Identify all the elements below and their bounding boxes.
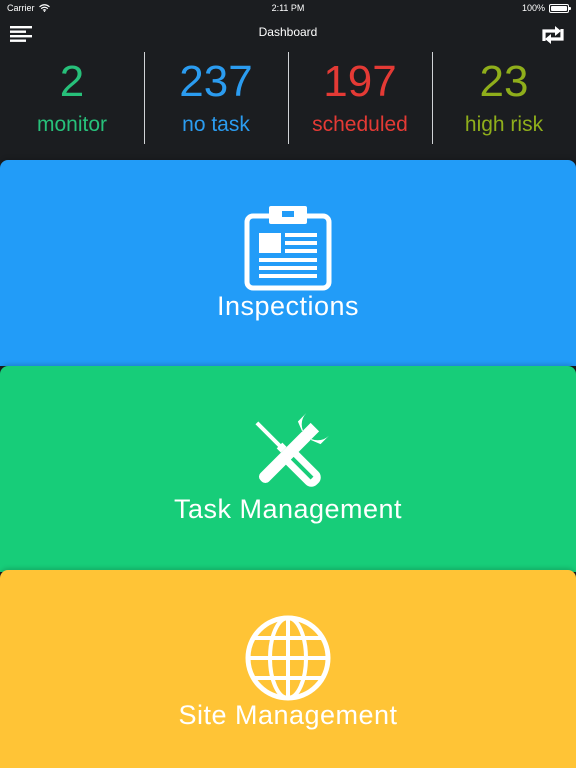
battery-fill [551,5,567,11]
stat-label: monitor [36,113,108,136]
stat-scheduled[interactable]: 197 scheduled [288,50,432,146]
tile-label: Inspections [216,291,360,321]
tile-label: Site Management [178,700,398,730]
stat-label: no task [182,113,250,136]
tools-icon [255,412,330,487]
stat-label: high risk [464,113,544,136]
stat-value: 23 [479,57,529,106]
stat-no-task[interactable]: 237 no task [144,50,288,146]
stat-value: 237 [179,57,253,106]
stat-high-risk[interactable]: 23 high risk [432,50,576,146]
tile-label: Task Management [173,494,403,524]
nav-bar: Dashboard [0,16,576,50]
stat-monitor[interactable]: 2 monitor [0,50,144,146]
task-management-tile[interactable]: Task Management [0,366,576,572]
status-time: 2:11 PM [271,3,305,13]
inspections-tile[interactable]: Inspections [0,160,576,366]
stat-value: 197 [323,57,397,106]
stat-value: 2 [59,57,85,106]
battery-icon [549,3,571,13]
site-management-tile[interactable]: Site Management [0,570,576,768]
status-bar: Carrier 2:11 PM 100% [0,0,576,16]
tiles: Inspections Task Management Site Managem… [0,160,576,768]
globe-icon [245,615,331,701]
clipboard-icon [244,206,332,291]
stats-row: 2 monitor 237 no task 197 scheduled 23 h… [0,50,576,146]
sync-icon[interactable] [540,24,566,46]
stat-label: scheduled [312,113,408,136]
page-title: Dashboard [258,25,318,39]
